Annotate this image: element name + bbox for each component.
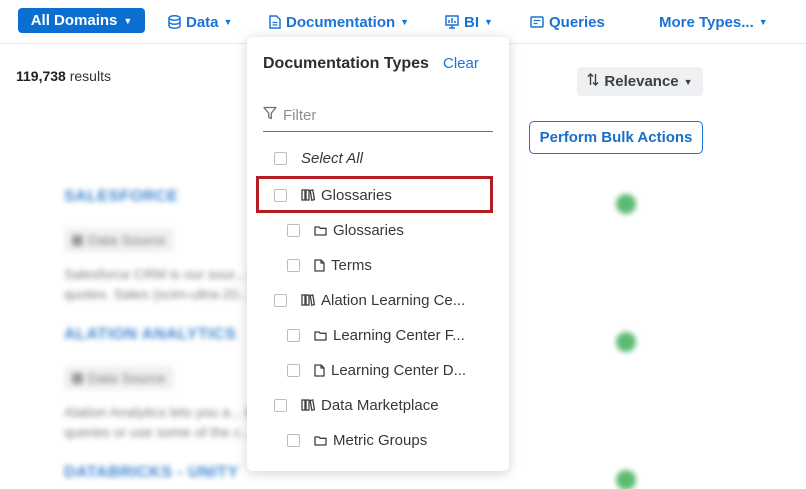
endorsed-check-icon [616, 470, 636, 489]
filter-field[interactable] [263, 100, 493, 132]
perform-bulk-actions-button[interactable]: Perform Bulk Actions [529, 121, 703, 154]
filter-icon [263, 106, 277, 125]
queries-menu-label: Queries [549, 13, 605, 31]
bi-menu[interactable]: BI ▼ [445, 11, 493, 33]
checkbox[interactable] [287, 363, 300, 377]
all-domains-button[interactable]: All Domains ▼ [18, 8, 145, 33]
all-domains-label: All Domains [30, 12, 118, 29]
option-glossaries-folder[interactable]: Glossaries [287, 219, 404, 241]
option-learning-center-folder[interactable]: Learning Center F... [287, 324, 465, 346]
library-icon [301, 294, 315, 306]
chevron-down-icon: ▼ [758, 17, 768, 27]
option-label: Metric Groups [333, 431, 428, 449]
bi-menu-label: BI [464, 13, 479, 31]
data-menu-label: Data [186, 13, 219, 31]
result-type-label: Data Source [88, 370, 166, 386]
clear-link[interactable]: Clear [443, 55, 479, 72]
results-count: 119,738 results [16, 68, 111, 84]
checkbox[interactable] [287, 328, 300, 342]
option-select-all[interactable]: Select All [274, 147, 363, 169]
data-source-icon [72, 372, 83, 384]
document-icon [269, 15, 281, 29]
checkbox[interactable] [287, 433, 300, 447]
chevron-down-icon: ▼ [223, 17, 233, 27]
checkbox[interactable] [274, 151, 287, 165]
more-types-menu[interactable]: More Types... ▼ [659, 11, 768, 33]
data-menu[interactable]: Data ▼ [168, 11, 232, 33]
option-label: Glossaries [333, 221, 404, 239]
option-label: Learning Center D... [331, 361, 467, 379]
chevron-down-icon: ▼ [683, 76, 693, 87]
bulk-actions-label: Perform Bulk Actions [539, 129, 693, 146]
option-alation-learning-center[interactable]: Alation Learning Ce... [274, 289, 465, 311]
folder-icon [314, 435, 327, 446]
endorsed-check-icon [616, 332, 636, 352]
option-glossaries-library[interactable]: Glossaries [274, 184, 392, 206]
chevron-down-icon: ▼ [400, 17, 410, 27]
database-icon [168, 15, 181, 29]
checkbox[interactable] [274, 188, 287, 202]
option-label: Data Marketplace [321, 396, 439, 414]
folder-icon [314, 225, 327, 236]
option-label: Glossaries [321, 186, 392, 204]
query-icon [530, 16, 544, 28]
dropdown-title: Documentation Types [263, 55, 429, 72]
option-label: Alation Learning Ce... [321, 291, 466, 309]
result-type-label: Data Source [88, 232, 166, 248]
documentation-menu-label: Documentation [286, 13, 396, 31]
library-icon [301, 189, 315, 201]
documentation-types-dropdown: Documentation Types Clear Select All Glo… [247, 37, 509, 471]
endorsed-check-icon [616, 194, 636, 214]
results-suffix: results [69, 68, 111, 84]
result-type-badge: Data Source [64, 366, 174, 390]
document-icon [314, 363, 325, 377]
more-types-label: More Types... [659, 13, 754, 31]
option-metric-groups[interactable]: Metric Groups [287, 429, 427, 451]
chevron-down-icon: ▼ [123, 15, 133, 26]
checkbox[interactable] [274, 293, 287, 307]
document-icon [314, 258, 325, 272]
result-type-badge: Data Source [64, 228, 174, 252]
option-terms[interactable]: Terms [287, 254, 372, 276]
option-label: Select All [301, 149, 363, 167]
option-data-marketplace[interactable]: Data Marketplace [274, 394, 439, 416]
documentation-menu[interactable]: Documentation ▼ [269, 11, 409, 33]
checkbox[interactable] [274, 398, 287, 412]
option-label: Learning Center F... [333, 326, 465, 344]
checkbox[interactable] [287, 223, 300, 237]
option-label: Terms [331, 256, 372, 274]
results-number: 119,738 [16, 68, 66, 84]
bi-report-icon [445, 15, 459, 29]
data-source-icon [72, 234, 83, 246]
queries-menu[interactable]: Queries [530, 11, 605, 33]
checkbox[interactable] [287, 258, 300, 272]
sort-dropdown[interactable]: Relevance ▼ [577, 67, 703, 96]
sort-icon [587, 73, 599, 90]
chevron-down-icon: ▼ [484, 17, 493, 27]
sort-label: Relevance [604, 73, 679, 90]
library-icon [301, 399, 315, 411]
folder-icon [314, 330, 327, 341]
filter-input[interactable] [283, 107, 473, 124]
option-learning-center-document[interactable]: Learning Center D... [287, 359, 466, 381]
